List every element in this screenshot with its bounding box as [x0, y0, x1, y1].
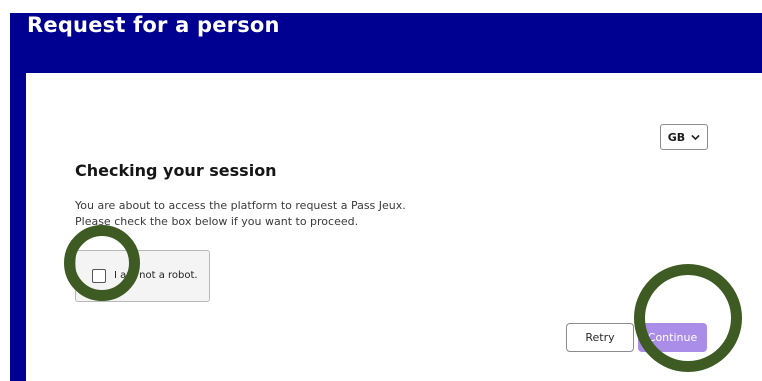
retry-button[interactable]: Retry	[566, 323, 634, 352]
session-description: You are about to access the platform to …	[75, 198, 406, 230]
chevron-down-icon	[691, 134, 700, 140]
page-header-band: Request for a person GB Checking your se…	[10, 13, 762, 381]
continue-button[interactable]: Continue	[638, 323, 707, 352]
session-heading: Checking your session	[75, 161, 277, 180]
language-select[interactable]: GB	[660, 124, 708, 150]
description-line-2: Please check the box below if you want t…	[75, 215, 359, 228]
robot-checkbox[interactable]	[92, 269, 106, 283]
language-select-value: GB	[667, 130, 686, 144]
session-check-panel: GB Checking your session You are about t…	[26, 73, 762, 381]
page-title: Request for a person	[27, 13, 280, 37]
description-line-1: You are about to access the platform to …	[75, 199, 406, 212]
captcha-label: I am not a robot.	[114, 270, 198, 281]
captcha-widget: I am not a robot.	[75, 250, 210, 302]
